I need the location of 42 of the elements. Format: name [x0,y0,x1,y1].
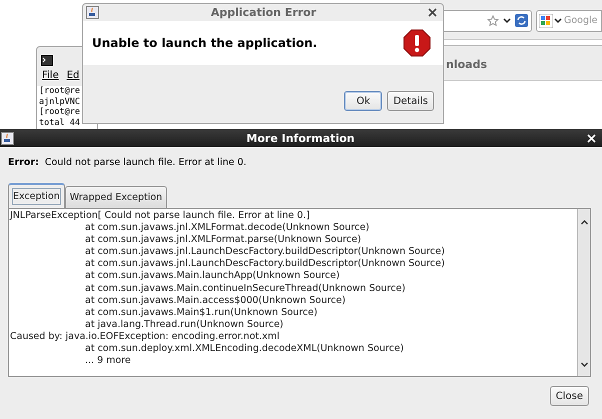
trace-line: at com.sun.javaws.jnl.LaunchDescFactory.buildDescriptor(Unknown Source) [84,258,446,270]
trace-line: at java.lang.Thread.run(Unknown Source) [84,318,284,331]
star-icon[interactable] [487,14,499,26]
terminal-line: total 44 [39,118,81,128]
dropdown-icon[interactable] [503,18,511,24]
window-title: Application Error [210,6,318,19]
error-text: Could not parse launch file. Error at line 0. [44,157,246,170]
app-icon [86,6,99,19]
trace-line: at com.sun.javaws.Main$1.run(Unknown Source) [84,306,318,319]
error-label: Error: [8,157,39,170]
tab[interactable]: Exception [8,183,65,208]
trace-line: JNLParseException[ Could not parse launch file. Error at line 0.] [10,210,311,222]
trace-line: Caused by: java.io.EOFException: encoding.error.not.xml [10,330,281,344]
trace-line: ... 9 more [84,355,132,368]
window-title: More Information [245,132,356,144]
dialog-button[interactable]: Ok [344,91,382,111]
error-message: Unable to launch the application. [92,36,318,50]
trace-line: at com.sun.javaws.jnl.XMLFormat.decode(Unknown Source) [84,222,370,234]
search-engine-icon[interactable] [539,14,553,28]
dropdown-icon[interactable] [554,18,562,24]
trace-line: at com.sun.javaws.jnl.XMLFormat.parse(Unknown Source) [84,234,362,246]
error-icon [403,29,431,57]
close-button[interactable]: Close [550,386,589,406]
close-icon[interactable] [428,8,437,17]
menu-item[interactable]: File [42,70,59,86]
menu-item[interactable]: Ed [66,70,80,86]
terminal-line: [root@re [39,86,81,96]
terminal-line: ajnlpVNC [39,96,81,107]
scrollbar[interactable] [577,209,590,376]
window-title: nloads [446,58,488,71]
trace-line: at com.sun.javaws.Main.launchApp(Unknown Source) [84,270,341,283]
dialog-button[interactable]: Details [387,91,434,111]
trace-line: at com.sun.javaws.jnl.LaunchDescFactory.buildDescriptor(Unknown Source) [84,246,446,258]
tab[interactable]: Wrapped Exception [64,186,168,208]
terminal-line: [root@re [39,107,81,118]
app-icon [1,132,14,144]
trace-line: at com.sun.deploy.xml.XMLEncoding.decodeXML(Unknown Source) [84,343,405,356]
placeholder-text: Google [564,15,598,26]
trace-line: at com.sun.javaws.Main.continueInSecureThread(Unknown Source) [84,282,406,295]
terminal-icon [41,55,53,66]
refresh-icon[interactable] [515,14,528,27]
trace-line: at com.sun.javaws.Main.access$000(Unknown Source) [84,294,347,307]
